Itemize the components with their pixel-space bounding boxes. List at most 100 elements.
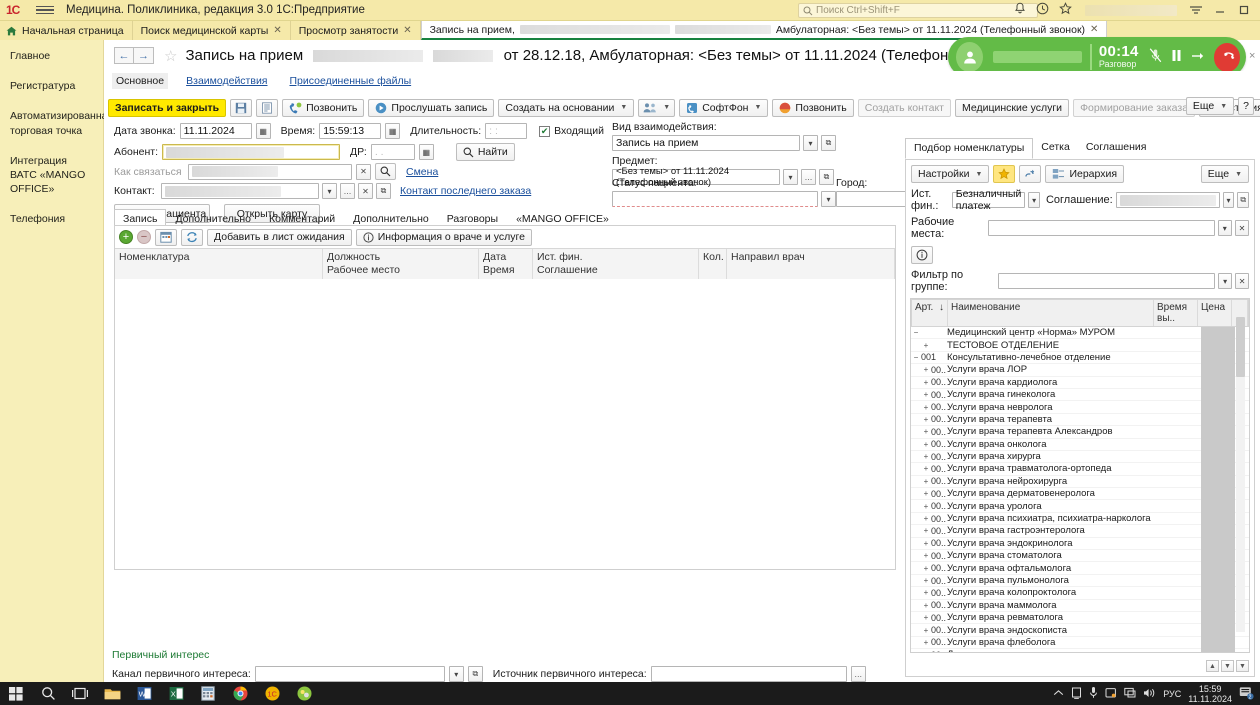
sidebar-item-registry[interactable]: Регистратура [0, 71, 103, 101]
open-icon[interactable]: ⧉ [821, 135, 836, 151]
birthdate-input[interactable]: . . [370, 144, 415, 160]
save-and-close-button[interactable]: Записать и закрыть [108, 98, 227, 117]
maximize-button[interactable] [1233, 1, 1255, 19]
expander-icon[interactable]: + [921, 502, 931, 511]
column-position[interactable]: Должность Рабочее место [323, 249, 479, 279]
chevron-down-icon[interactable]: ▾ [1217, 220, 1232, 236]
listen-record-button[interactable]: Прослушать запись [368, 98, 495, 117]
clear-icon[interactable]: ✕ [356, 163, 371, 180]
close-call-widget-icon[interactable]: × [1249, 50, 1255, 62]
tree-row[interactable]: +00.. Услуги врача пульмонолога [911, 574, 1249, 588]
refresh-button[interactable] [181, 228, 203, 246]
clear-icon[interactable]: ✕ [1234, 220, 1250, 236]
mic-icon[interactable] [1089, 686, 1098, 701]
tree-row[interactable]: +00.. Услуги врача уролога [911, 499, 1249, 513]
app-icon[interactable] [288, 682, 320, 705]
sidebar-item-mango-office[interactable]: Интеграция ВАТС «MANGO OFFICE» [0, 146, 103, 205]
group-filter-input[interactable] [998, 273, 1216, 289]
tree-row[interactable]: +00.. Услуги врача гастроэнтеролога [911, 524, 1249, 538]
tree-row[interactable]: +00.. Услуги врача терапевта Александров [911, 425, 1249, 439]
expander-icon[interactable]: + [921, 564, 931, 573]
tree-row[interactable]: +00.. Услуги врача маммолога [911, 599, 1249, 612]
expander-icon[interactable]: + [921, 365, 931, 374]
open-icon[interactable]: ⧉ [376, 183, 391, 199]
start-icon[interactable] [0, 682, 32, 705]
close-icon[interactable]: ✕ [403, 25, 411, 36]
display-icon[interactable] [1071, 687, 1082, 701]
search-contact-button[interactable] [375, 163, 396, 180]
incoming-checkbox[interactable]: ✔ [539, 125, 551, 137]
contact-input[interactable] [161, 183, 319, 199]
tab-grid[interactable]: Сетка [1033, 138, 1078, 159]
expander-icon[interactable]: − [911, 353, 921, 362]
tree-row[interactable]: +00.. Услуги врача нейрохирурга [911, 475, 1249, 489]
calendar-icon[interactable]: ▦ [255, 123, 271, 139]
sidebar-item-telephony[interactable]: Телефония [0, 204, 103, 234]
form-order-button[interactable]: Формирование заказа [1073, 98, 1196, 117]
chevron-up-icon[interactable] [1053, 689, 1064, 699]
chevron-down-icon[interactable]: ▾ [322, 183, 337, 199]
expander-icon[interactable]: + [921, 638, 931, 647]
help-button[interactable]: ? [1238, 97, 1254, 115]
expander-icon[interactable]: + [921, 576, 931, 585]
hierarchy-button[interactable]: Иерархия [1045, 165, 1125, 183]
last-order-contact-link[interactable]: Контакт последнего заказа [400, 185, 531, 197]
call-button-2[interactable]: Позвонить [772, 98, 854, 117]
expander-icon[interactable]: + [921, 539, 931, 548]
subtab-interactions[interactable]: Взаимодействия [182, 73, 271, 89]
settings-button[interactable]: Настройки ▼ [911, 165, 990, 183]
tree-row[interactable]: +00.. Услуги врача офтальмолога [911, 561, 1249, 575]
add-to-waitlist-button[interactable]: Добавить в лист ожидания [207, 228, 352, 246]
search-input[interactable]: Поиск Ctrl+Shift+F [798, 3, 1038, 18]
change-link[interactable]: Смена [406, 166, 438, 178]
expander-icon[interactable]: + [921, 378, 931, 387]
column-fin-source[interactable]: Ист. фин. Соглашение [533, 249, 699, 279]
tree-row[interactable]: −001 Консультативно-лечебное отделение [911, 351, 1249, 365]
back-button[interactable]: ← [114, 47, 134, 64]
scroll-end-button[interactable]: ▼ [1236, 660, 1249, 672]
calendar-button[interactable] [155, 228, 177, 246]
chevron-down-icon[interactable]: ▾ [1028, 192, 1040, 208]
select-icon[interactable]: … [850, 666, 866, 682]
call-button[interactable]: Позвонить [282, 98, 365, 117]
sidebar-item-retail-point[interactable]: Автоматизированная торговая точка [0, 101, 113, 145]
tree-row[interactable]: +00.. Услуги врача онколога [911, 438, 1249, 451]
explorer-icon[interactable] [96, 682, 128, 705]
expander-icon[interactable]: + [921, 440, 931, 449]
softphone-button[interactable]: СофтФон ▼ [679, 98, 769, 117]
volume-icon[interactable] [1143, 687, 1156, 701]
find-button[interactable]: Найти [455, 143, 515, 161]
expander-icon[interactable]: + [921, 514, 931, 523]
interest-source-input[interactable] [650, 666, 847, 682]
notifications-icon[interactable]: 2 [1239, 686, 1254, 702]
expander-icon[interactable]: + [921, 477, 931, 486]
contacts-button[interactable]: ▼ [638, 98, 676, 117]
expander-icon[interactable]: + [921, 452, 931, 461]
taskview-icon[interactable] [64, 682, 96, 705]
clock[interactable]: 15:59 11.11.2024 [1188, 684, 1232, 704]
tree-row[interactable]: +00.. Услуги врача гинеколога [911, 388, 1249, 402]
tree-row[interactable]: +00.. Услуги врача ЛОР [911, 363, 1249, 377]
tree-row[interactable]: − Медицинский центр «Норма» МУРОМ [911, 326, 1249, 340]
clear-icon[interactable]: ✕ [358, 183, 373, 199]
subscriber-input[interactable] [162, 144, 340, 160]
calculator-icon[interactable] [192, 682, 224, 705]
close-icon[interactable]: ✕ [1090, 24, 1098, 35]
mic-off-icon[interactable] [1149, 48, 1162, 66]
expander-icon[interactable]: + [921, 427, 931, 436]
interaction-kind-input[interactable]: Запись на прием [612, 135, 800, 151]
1c-icon[interactable]: 1C [256, 682, 288, 705]
tab-search-medical-card[interactable]: Поиск медицинской карты ✕ [132, 21, 291, 40]
tree-row[interactable]: +00.. Услуги врача стоматолога [911, 549, 1249, 563]
transfer-icon[interactable] [1191, 50, 1205, 65]
forward-button[interactable]: → [134, 47, 154, 64]
sidebar-item-main[interactable]: Главное [0, 40, 103, 71]
workplaces-input[interactable] [988, 220, 1215, 236]
subtab-main[interactable]: Основное [112, 73, 169, 89]
tab-agreements[interactable]: Соглашения [1078, 138, 1155, 159]
duration-input[interactable]: : : [485, 123, 528, 139]
print-list-button[interactable] [256, 98, 279, 117]
tree-row[interactable]: +00.. Услуги врача травматолога-ортопеда [911, 462, 1249, 476]
more-button[interactable]: Еще ▼ [1185, 97, 1235, 115]
favorite-star-icon[interactable]: ☆ [164, 47, 177, 65]
